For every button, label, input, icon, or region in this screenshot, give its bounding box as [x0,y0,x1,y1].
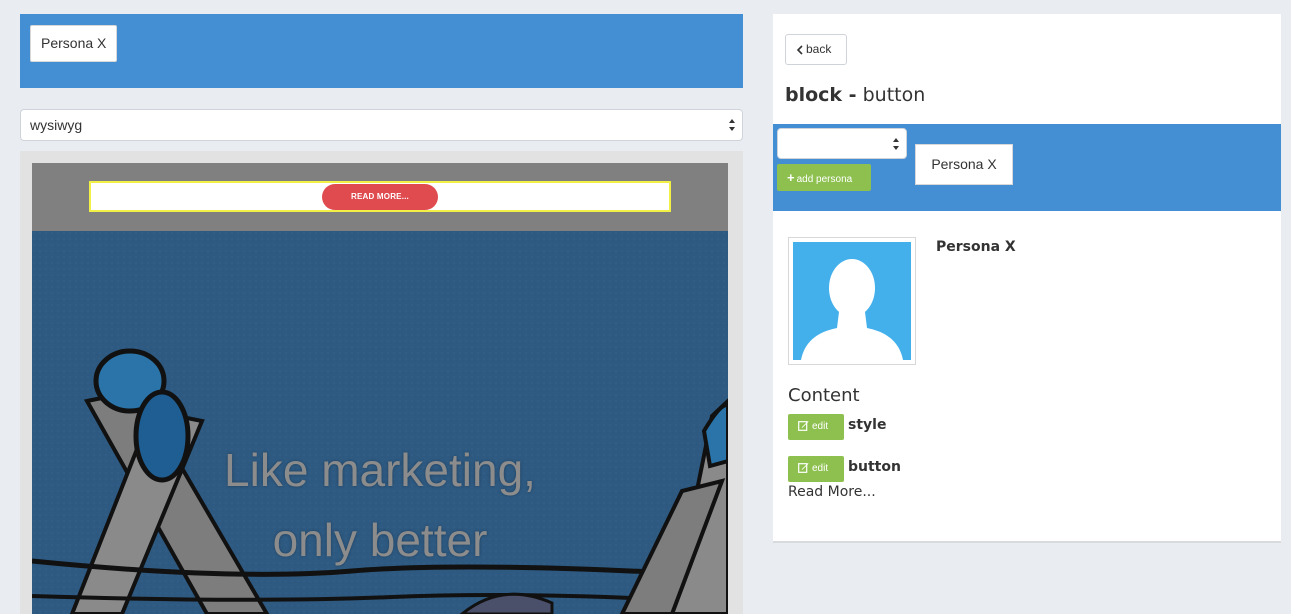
persona-bar: + add persona Persona X [773,124,1281,211]
hero-image: Like marketing, only better [32,231,728,614]
add-persona-label: add persona [796,174,853,185]
edit-style-button[interactable]: edit [788,414,844,440]
page-title: block - button [785,84,925,106]
edit-button-button[interactable]: edit [788,456,844,482]
hero-headline-line-1: Like marketing, [224,444,536,496]
persona-header: Persona X [20,14,743,88]
content-heading: Content [788,385,860,406]
editor-mode-value: wysiwyg [30,117,83,133]
preview-top-band: READ MORE... [32,163,728,231]
field-name-button: button [848,459,901,475]
edit-label: edit [812,421,829,432]
persona-chip[interactable]: Persona X [30,25,118,62]
back-label: back [806,42,832,56]
edit-label: edit [812,463,829,474]
block-title-type: button [862,84,926,106]
select-arrows-icon [729,119,735,131]
email-preview: READ MORE... Like marketing, only better [20,151,743,614]
user-silhouette-icon [801,259,903,360]
back-button[interactable]: back [785,34,847,65]
persona-chip[interactable]: Persona X [915,144,1013,185]
plus-icon: + [787,170,795,185]
select-arrows-icon [893,138,899,150]
avatar [788,237,916,365]
edit-icon [798,463,809,473]
field-name-style: style [848,417,887,433]
hero-headline-line-2: only better [272,514,488,566]
block-title-prefix: block - [785,84,857,106]
persona-select[interactable] [777,128,907,159]
edit-icon [798,421,809,431]
block-editor-panel: back block - button + add persona Persona… [773,14,1281,543]
persona-name: Persona X [936,239,1016,255]
read-more-button[interactable]: READ MORE... [322,184,438,210]
selected-button-block[interactable]: READ MORE... [89,181,671,212]
editor-mode-select[interactable]: wysiwyg [20,109,743,141]
field-value-button: Read More... [788,484,876,500]
add-persona-button[interactable]: + add persona [777,164,871,191]
chevron-left-icon [796,45,803,55]
